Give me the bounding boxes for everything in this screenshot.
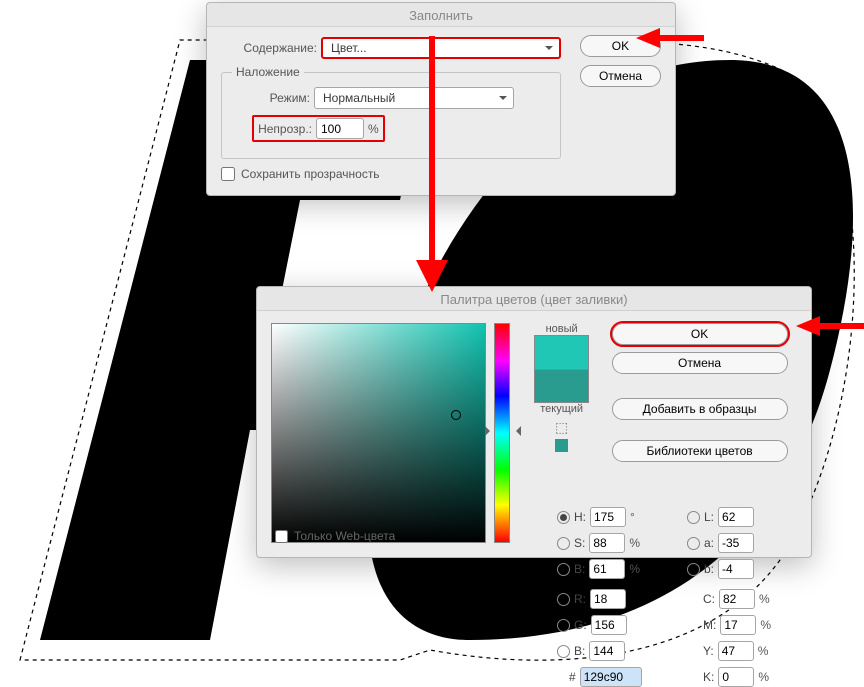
- c-label: C:: [703, 592, 715, 606]
- b-input[interactable]: [589, 641, 625, 661]
- current-label: текущий: [540, 403, 583, 415]
- l-input[interactable]: [718, 507, 754, 527]
- a-radio[interactable]: [687, 537, 700, 550]
- r-radio[interactable]: [557, 593, 570, 606]
- preserve-transparency-label: Сохранить прозрачность: [241, 167, 380, 181]
- gamut-swatch[interactable]: [555, 439, 568, 452]
- fill-cancel-button[interactable]: Отмена: [580, 65, 661, 87]
- opacity-percent: %: [368, 122, 379, 136]
- web-colors-checkbox[interactable]: Только Web-цвета: [275, 529, 395, 543]
- r-label: R:: [574, 592, 586, 606]
- a-label: a:: [704, 536, 714, 550]
- color-picker-dialog: Палитра цветов (цвет заливки) новый теку…: [256, 286, 812, 558]
- c-unit: %: [759, 592, 770, 606]
- saturation-value-field[interactable]: [271, 323, 486, 543]
- m-label: M:: [703, 618, 716, 632]
- current-color-swatch[interactable]: [534, 369, 589, 403]
- opacity-input[interactable]: [316, 118, 364, 139]
- k-unit: %: [758, 670, 769, 684]
- y-input[interactable]: [718, 641, 754, 661]
- blending-fieldset: Наложение Режим: Нормальный Непрозр.: %: [221, 65, 561, 159]
- s-radio[interactable]: [557, 537, 570, 550]
- b-label: B:: [574, 644, 585, 658]
- blending-legend: Наложение: [232, 65, 304, 79]
- bv-unit: %: [629, 562, 640, 576]
- k-input[interactable]: [718, 667, 754, 687]
- s-unit: %: [629, 536, 640, 550]
- fill-ok-button[interactable]: OK: [580, 35, 661, 57]
- h-radio[interactable]: [557, 511, 570, 524]
- new-color-swatch: [534, 335, 589, 369]
- y-unit: %: [758, 644, 769, 658]
- mode-dropdown[interactable]: Нормальный: [314, 87, 514, 109]
- g-radio[interactable]: [557, 619, 570, 632]
- picker-ok-button[interactable]: OK: [612, 323, 788, 345]
- lab-b-label: b:: [704, 562, 714, 576]
- c-input[interactable]: [719, 589, 755, 609]
- web-colors-input[interactable]: [275, 530, 288, 543]
- color-libraries-button[interactable]: Библиотеки цветов: [612, 440, 788, 462]
- bv-label: B:: [574, 562, 585, 576]
- l-label: L:: [704, 510, 714, 524]
- s-input[interactable]: [589, 533, 625, 553]
- add-swatch-button[interactable]: Добавить в образцы: [612, 398, 788, 420]
- lab-b-input[interactable]: [718, 559, 754, 579]
- fill-dialog-title: Заполнить: [207, 3, 675, 27]
- lab-b-radio[interactable]: [687, 563, 700, 576]
- new-label: новый: [546, 323, 578, 335]
- preserve-transparency-input[interactable]: [221, 167, 235, 181]
- h-unit: °: [630, 510, 635, 524]
- content-value: Цвет...: [331, 41, 367, 55]
- bv-radio[interactable]: [557, 563, 570, 576]
- content-dropdown[interactable]: Цвет...: [321, 37, 561, 59]
- k-label: K:: [703, 670, 714, 684]
- sv-cursor-icon: [451, 410, 461, 420]
- gamut-warning-icon[interactable]: ⬚: [555, 419, 568, 436]
- fill-dialog: Заполнить OK Отмена Содержание: Цвет... …: [206, 2, 676, 196]
- web-colors-label: Только Web-цвета: [294, 529, 395, 543]
- opacity-label: Непрозр.:: [254, 122, 312, 136]
- mode-value: Нормальный: [323, 91, 395, 105]
- mode-label: Режим:: [232, 91, 310, 105]
- y-label: Y:: [703, 644, 714, 658]
- l-radio[interactable]: [687, 511, 700, 524]
- bv-input[interactable]: [589, 559, 625, 579]
- a-input[interactable]: [718, 533, 754, 553]
- g-label: G:: [574, 618, 587, 632]
- h-input[interactable]: [590, 507, 626, 527]
- preserve-transparency-checkbox[interactable]: Сохранить прозрачность: [221, 167, 661, 181]
- s-label: S:: [574, 536, 585, 550]
- b-radio[interactable]: [557, 645, 570, 658]
- m-unit: %: [760, 618, 771, 632]
- hue-slider[interactable]: [494, 323, 510, 543]
- r-input[interactable]: [590, 589, 626, 609]
- color-picker-title: Палитра цветов (цвет заливки): [257, 287, 811, 311]
- hash-label: #: [569, 670, 576, 684]
- content-label: Содержание:: [221, 41, 317, 55]
- hex-input[interactable]: [580, 667, 642, 687]
- picker-cancel-button[interactable]: Отмена: [612, 352, 788, 374]
- m-input[interactable]: [720, 615, 756, 635]
- g-input[interactable]: [591, 615, 627, 635]
- h-label: H:: [574, 510, 586, 524]
